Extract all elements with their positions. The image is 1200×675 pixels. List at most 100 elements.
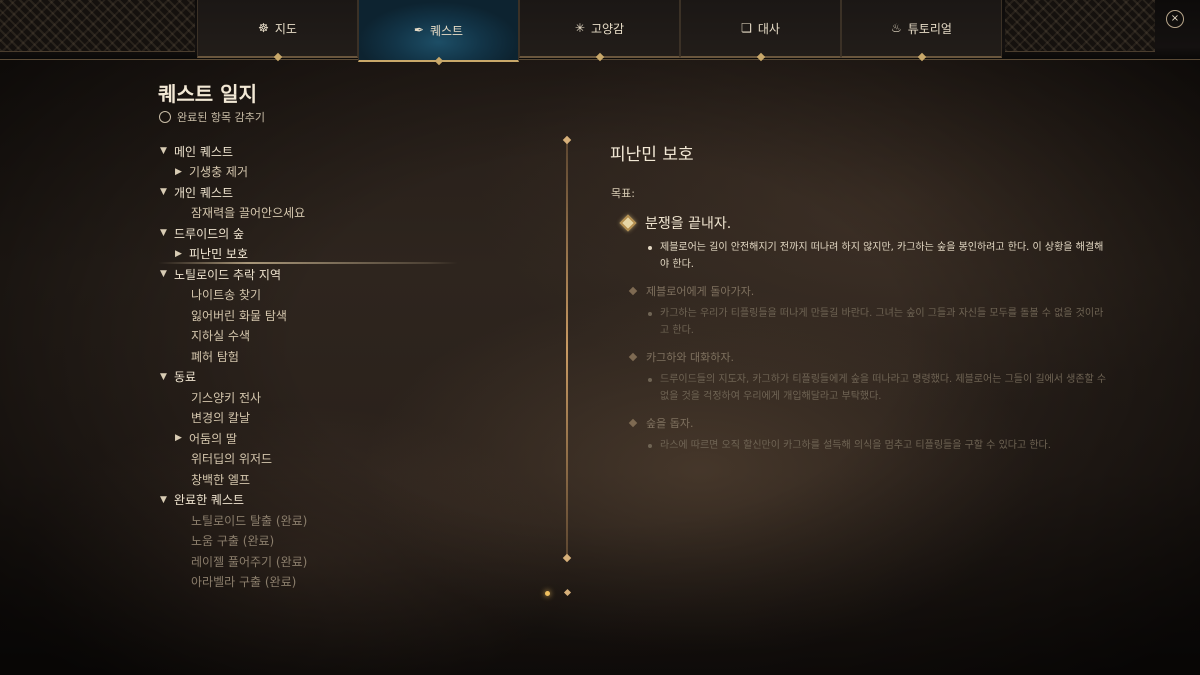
quest-label: 변경의 칼날 [191, 411, 251, 426]
tab-label: 퀘스트 [429, 23, 464, 38]
flame-icon: ♨ [891, 21, 902, 35]
objective-description: 라스에 따르면 오직 할신만이 카그하를 설득해 의식을 멈추고 티플링들을 구… [648, 437, 1108, 454]
category-label: 메인 퀘스트 [174, 144, 234, 159]
category-blighted-village[interactable]: ▼ 노틸로이드 추락 지역 [158, 264, 458, 285]
tab-dialogue[interactable]: ❏ 대사 [680, 0, 841, 62]
quest-item[interactable]: ▶ 기생충 제거 [158, 162, 458, 183]
quest-label: 노움 구출 (완료) [191, 534, 275, 549]
category-companions[interactable]: ▼ 동료 [158, 367, 458, 388]
quest-item[interactable]: 위터딥의 위저드 [158, 449, 458, 470]
quest-item-completed[interactable]: 아라벨라 구출 (완료) [158, 572, 458, 593]
quest-label: 피난민 보호 [189, 247, 249, 262]
category-label: 완료한 퀘스트 [174, 493, 245, 508]
quest-item[interactable]: 지하실 수색 [158, 326, 458, 347]
objective-title: 카그하와 대화하자. [646, 351, 734, 364]
caret-down-icon: ▼ [160, 187, 167, 198]
tab-map[interactable]: ☸ 지도 [197, 0, 358, 62]
objective-text: 카그하는 우리가 티플링들을 떠나게 만들길 바란다. 그녀는 숲이 그들과 자… [660, 308, 1104, 336]
quest-label: 기생충 제거 [189, 165, 249, 180]
bullet-icon [648, 444, 652, 448]
objective-completed: 카그하와 대화하자. 드루이드들의 지도자, 카그하가 티플링들에게 숲을 떠나… [618, 349, 1108, 405]
quest-label: 기스양키 전사 [191, 390, 262, 405]
quest-label: 나이트송 찾기 [191, 288, 262, 303]
radio-icon[interactable] [159, 111, 171, 123]
quest-item[interactable]: 변경의 칼날 [158, 408, 458, 429]
quest-label: 창백한 엘프 [191, 472, 251, 487]
tab-gem [917, 52, 926, 62]
active-objective-diamond-icon [619, 214, 637, 232]
category-personal-quests[interactable]: ▼ 개인 퀘스트 [158, 182, 458, 203]
category-completed-quests[interactable]: ▼ 완료한 퀘스트 [158, 490, 458, 511]
category-label: 개인 퀘스트 [174, 185, 234, 200]
quill-icon: ✒ [413, 23, 424, 37]
quest-tree: ▼ 메인 퀘스트 ▶ 기생충 제거 ▼ 개인 퀘스트 잠재력을 끌어안으세요 ▼… [158, 141, 458, 599]
ornament-right [1005, 0, 1155, 52]
objective-text: 라스에 따르면 오직 할신만이 카그하를 설득해 의식을 멈추고 티플링들을 구… [660, 440, 1051, 451]
bullet-icon [648, 378, 652, 382]
quest-label: 아라벨라 구출 (완료) [191, 575, 297, 590]
caret-right-icon: ▶ [175, 248, 182, 259]
quest-label: 지하실 수색 [191, 329, 251, 344]
objective-head: 제블로어에게 돌아가자. [618, 283, 1108, 299]
caret-down-icon: ▼ [160, 228, 167, 239]
caret-down-icon: ▼ [160, 371, 167, 382]
quest-item-selected[interactable]: ▶ 피난민 보호 [158, 244, 458, 265]
panel-divider [566, 140, 568, 558]
objective-description: 카그하는 우리가 티플링들을 떠나게 만들길 바란다. 그녀는 숲이 그들과 자… [648, 305, 1108, 339]
objective-completed: 제블로어에게 돌아가자. 카그하는 우리가 티플링들을 떠나게 만들길 바란다.… [618, 283, 1108, 339]
objective-completed: 숲을 돕자. 라스에 따르면 오직 할신만이 카그하를 설득해 의식을 멈추고 … [618, 415, 1108, 454]
objective-text: 제블로어는 길이 안전해지기 전까지 떠나려 하지 않지만, 카그하는 숲을 봉… [660, 242, 1104, 270]
tab-tutorial[interactable]: ♨ 튜토리얼 [841, 0, 1002, 62]
objective-description: 드루이드들의 지도자, 카그하가 티플링들에게 숲을 떠나라고 명령했다. 제블… [648, 371, 1108, 405]
quest-item[interactable]: 창백한 엘프 [158, 469, 458, 490]
hide-completed-label: 완료된 항목 감추기 [177, 111, 265, 124]
quest-item[interactable]: 기스양키 전사 [158, 387, 458, 408]
diamond-icon [628, 352, 638, 362]
category-label: 드루이드의 숲 [174, 226, 245, 241]
tab-label: 대사 [757, 21, 780, 36]
bullet-icon [648, 312, 652, 316]
caret-right-icon: ▶ [175, 433, 182, 444]
caret-right-icon: ▶ [175, 166, 182, 177]
quest-item-completed[interactable]: 레이젤 풀어주기 (완료) [158, 551, 458, 572]
category-druid-grove[interactable]: ▼ 드루이드의 숲 [158, 223, 458, 244]
objective-description: 제블로어는 길이 안전해지기 전까지 떠나려 하지 않지만, 카그하는 숲을 봉… [648, 239, 1108, 273]
category-main-quests[interactable]: ▼ 메인 퀘스트 [158, 141, 458, 162]
hide-completed-toggle[interactable]: 완료된 항목 감추기 [159, 109, 265, 125]
quest-label: 잃어버린 화물 탐색 [191, 308, 287, 323]
quest-item[interactable]: 나이트송 찾기 [158, 285, 458, 306]
tab-gem [756, 52, 765, 62]
objective-head: 숲을 돕자. [618, 415, 1108, 431]
compass-icon: ☸ [258, 21, 269, 35]
tab-label: 지도 [274, 21, 297, 36]
caret-down-icon: ▼ [160, 146, 167, 157]
caret-down-icon: ▼ [160, 269, 167, 280]
spark-icon: ✳ [574, 21, 585, 35]
tab-gem [595, 52, 604, 62]
caret-down-icon: ▼ [160, 494, 167, 505]
objective-title: 분쟁을 끝내자. [645, 216, 732, 232]
quest-item[interactable]: 잃어버린 화물 탐색 [158, 305, 458, 326]
objective-head: 분쟁을 끝내자. [618, 213, 1108, 233]
tab-quests[interactable]: ✒ 퀘스트 [358, 0, 519, 66]
quest-item[interactable]: 잠재력을 끌어안으세요 [158, 203, 458, 224]
quest-label: 어둠의 딸 [189, 431, 237, 446]
close-button[interactable]: × [1166, 10, 1184, 28]
objective-head: 카그하와 대화하자. [618, 349, 1108, 365]
tab-label: 튜토리얼 [907, 21, 952, 36]
quest-label: 레이젤 풀어주기 (완료) [191, 554, 308, 569]
tab-label: 고양감 [590, 21, 625, 36]
objective-title: 제블로어에게 돌아가자. [646, 285, 755, 298]
category-label: 동료 [174, 370, 197, 385]
tab-gem [273, 52, 282, 62]
tab-bar: ☸ 지도 ✒ 퀘스트 ✳ 고양감 ❏ 대사 ♨ 튜토리얼 [197, 0, 1003, 66]
quest-item-completed[interactable]: 노틸로이드 탈출 (완료) [158, 510, 458, 531]
objectives-label: 목표: [611, 187, 635, 200]
diamond-icon [628, 286, 638, 296]
tab-inspiration[interactable]: ✳ 고양감 [519, 0, 680, 62]
category-label: 노틸로이드 추락 지역 [174, 267, 281, 282]
quest-item[interactable]: ▶ 어둠의 딸 [158, 428, 458, 449]
quest-item-completed[interactable]: 노움 구출 (완료) [158, 531, 458, 552]
ornament-left [0, 0, 195, 52]
quest-item[interactable]: 폐허 탐험 [158, 346, 458, 367]
